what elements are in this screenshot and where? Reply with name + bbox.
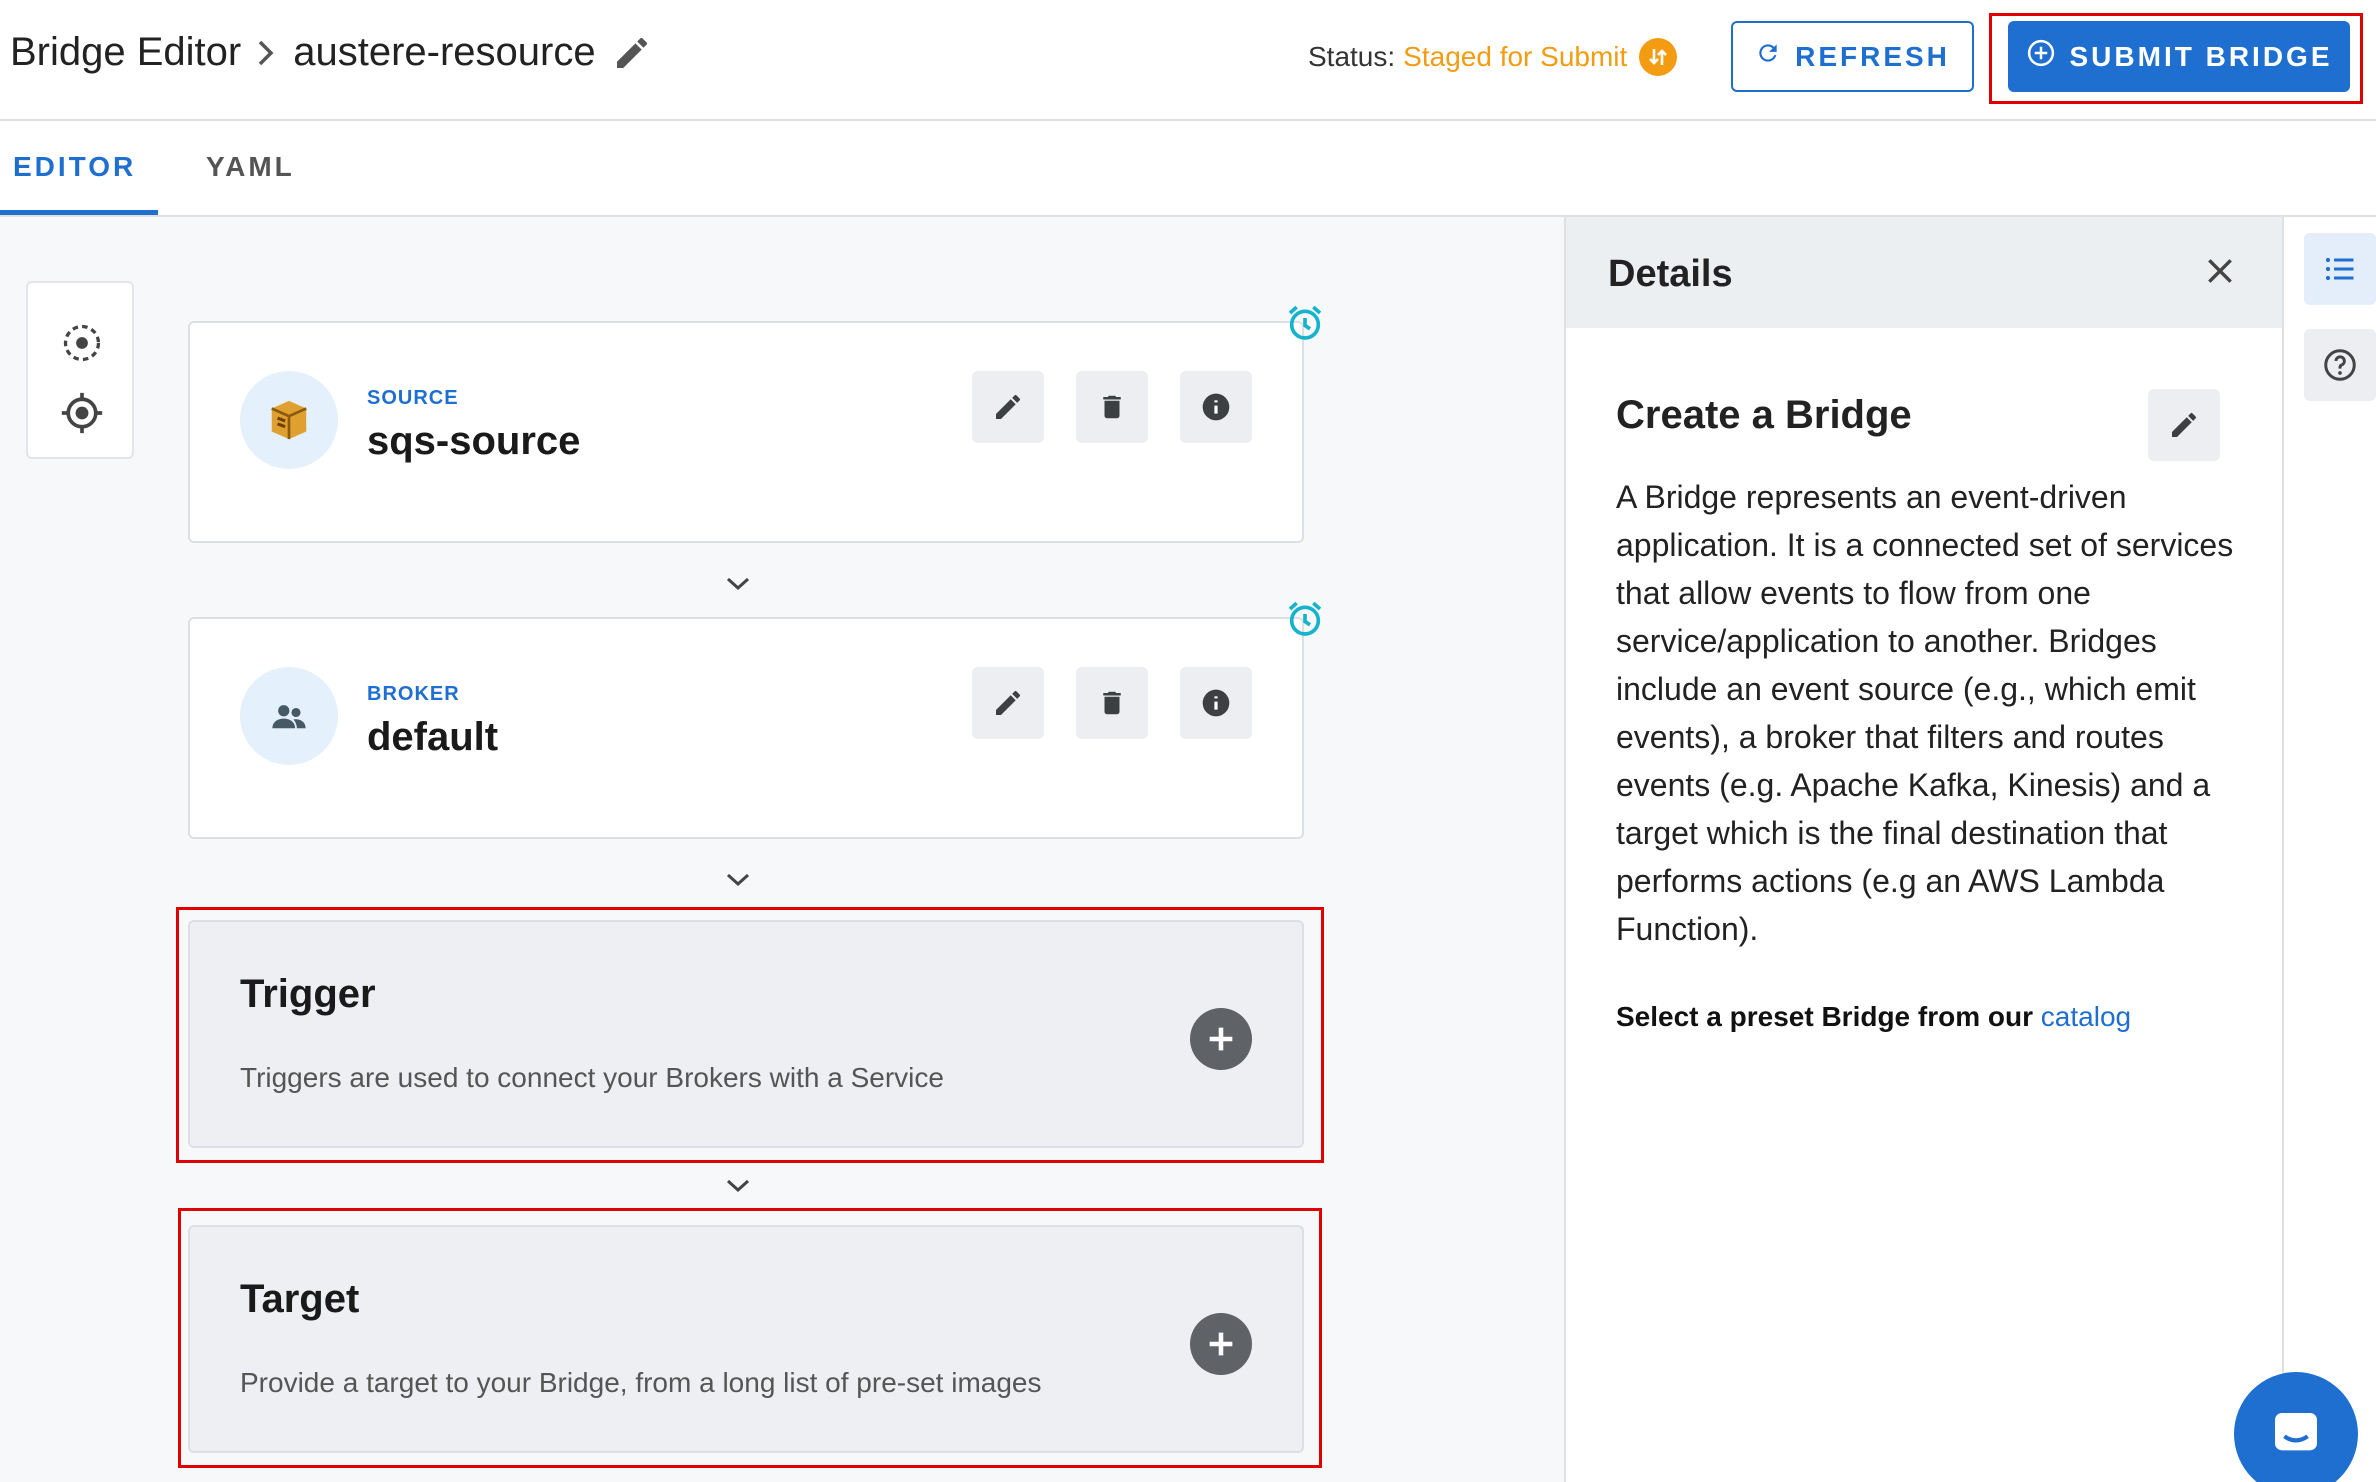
bridge-canvas: SOURCE sqs-source BROKER default Trigger… <box>0 217 1564 1482</box>
help-icon <box>2324 349 2356 381</box>
source-name: sqs-source <box>367 419 581 463</box>
plus-icon <box>1209 1027 1233 1051</box>
delete-source-button[interactable] <box>1076 371 1148 443</box>
broker-name: default <box>367 715 499 759</box>
source-kind-label: SOURCE <box>367 387 459 409</box>
delete-broker-button[interactable] <box>1076 667 1148 739</box>
refresh-icon <box>1755 40 1781 73</box>
source-card[interactable]: SOURCE sqs-source <box>188 321 1304 543</box>
alarm-clock-icon <box>1283 301 1327 345</box>
top-bar: Bridge Editor austere-resource Status: S… <box>0 0 2376 121</box>
edit-name-icon[interactable] <box>612 33 652 73</box>
pencil-icon <box>996 394 1021 419</box>
details-title: Details <box>1608 253 1733 295</box>
status-indicator: Status: Staged for Submit <box>1308 38 1678 76</box>
status-value: Staged for Submit <box>1403 41 1628 72</box>
list-icon <box>2325 257 2354 281</box>
close-icon[interactable] <box>2198 249 2242 293</box>
refresh-button[interactable]: REFRESH <box>1731 21 1974 92</box>
plus-circle-icon <box>2026 38 2056 75</box>
edit-bridge-button[interactable] <box>2148 389 2220 461</box>
target-title: Target <box>240 1277 360 1321</box>
tab-yaml[interactable]: YAML <box>206 151 295 183</box>
info-broker-button[interactable] <box>1180 667 1252 739</box>
right-rail <box>2282 217 2376 1482</box>
zoom-controls <box>26 281 134 459</box>
tab-editor[interactable]: EDITOR <box>13 151 136 183</box>
trash-icon <box>1103 691 1121 715</box>
aws-sqs-icon <box>240 371 338 469</box>
breadcrumb-root[interactable]: Bridge Editor <box>10 30 241 75</box>
chevron-down-icon <box>718 1171 758 1201</box>
refresh-label: REFRESH <box>1795 40 1950 72</box>
preset-text: Select a preset Bridge from our <box>1616 1001 2034 1032</box>
plus-icon <box>1209 1332 1233 1356</box>
status-label: Status: <box>1308 41 1396 72</box>
broker-kind-label: BROKER <box>367 683 460 705</box>
target-block[interactable]: Target Provide a target to your Bridge, … <box>188 1225 1304 1453</box>
add-target-button[interactable] <box>1190 1313 1252 1375</box>
breadcrumb: Bridge Editor austere-resource <box>10 30 652 75</box>
details-panel: Details Create a Bridge A Bridge represe… <box>1564 217 2282 1482</box>
info-icon <box>1202 689 1230 717</box>
bridge-name: austere-resource <box>293 30 596 74</box>
chevron-right-icon <box>255 39 277 67</box>
trigger-block[interactable]: Trigger Triggers are used to connect you… <box>188 920 1304 1148</box>
trigger-description: Triggers are used to connect your Broker… <box>240 1062 944 1093</box>
submit-label: SUBMIT BRIDGE <box>2069 40 2333 72</box>
trash-icon <box>1103 395 1121 419</box>
edit-source-button[interactable] <box>972 371 1044 443</box>
pencil-icon <box>2172 412 2197 437</box>
help-button[interactable] <box>2304 329 2376 401</box>
tab-bar: EDITOR YAML <box>0 121 2376 217</box>
people-icon <box>240 667 338 765</box>
preset-hint: Select a preset Bridge from our catalog <box>1616 1001 2131 1033</box>
details-header: Details <box>1566 217 2282 328</box>
sync-icon <box>1639 38 1678 76</box>
catalog-link[interactable]: catalog <box>2041 1001 2131 1032</box>
target-description: Provide a target to your Bridge, from a … <box>240 1367 1042 1398</box>
info-icon <box>1202 393 1230 421</box>
center-target-icon[interactable] <box>56 387 108 439</box>
trigger-title: Trigger <box>240 972 376 1016</box>
info-source-button[interactable] <box>1180 371 1252 443</box>
alarm-clock-icon <box>1283 597 1327 641</box>
broker-card[interactable]: BROKER default <box>188 617 1304 839</box>
chat-icon <box>2275 1413 2317 1451</box>
add-trigger-button[interactable] <box>1190 1008 1252 1070</box>
bridge-description: A Bridge represents an event-driven appl… <box>1616 479 2234 947</box>
fit-view-icon[interactable] <box>56 317 108 369</box>
pencil-icon <box>996 690 1021 715</box>
content-title: Create a Bridge <box>1616 393 1912 437</box>
edit-broker-button[interactable] <box>972 667 1044 739</box>
chevron-down-icon <box>718 569 758 599</box>
list-view-button[interactable] <box>2304 233 2376 305</box>
submit-bridge-button[interactable]: SUBMIT BRIDGE <box>2008 21 2350 92</box>
chevron-down-icon <box>718 865 758 895</box>
active-tab-indicator <box>0 210 158 215</box>
